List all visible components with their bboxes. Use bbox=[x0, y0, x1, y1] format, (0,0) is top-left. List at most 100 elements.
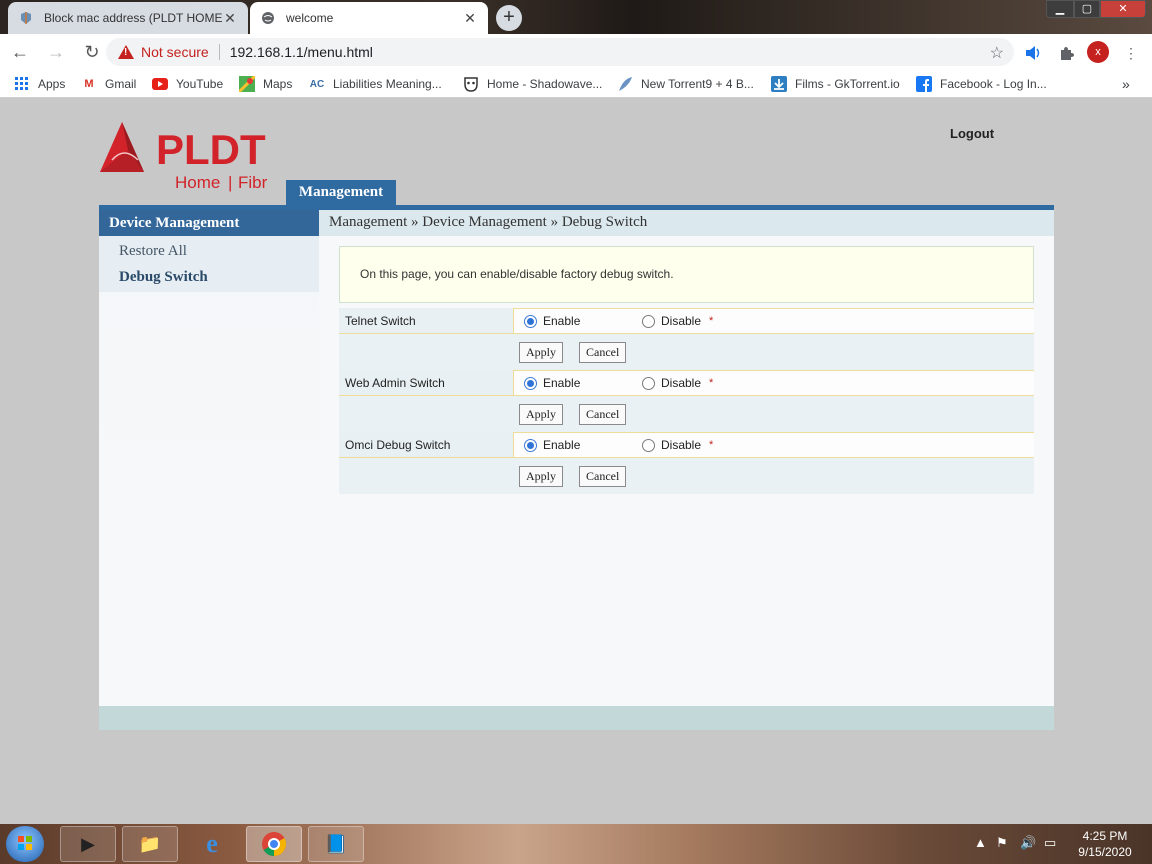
tab-block-mac-address[interactable]: Block mac address (PLDT HOME ✕ bbox=[8, 2, 248, 34]
enable-option[interactable]: Enable bbox=[524, 438, 642, 452]
disable-radio[interactable] bbox=[642, 438, 655, 452]
puzzle-extension-icon[interactable] bbox=[1055, 42, 1077, 64]
taskbar-ie[interactable]: e bbox=[184, 826, 240, 862]
security-indicator[interactable]: Not secure bbox=[141, 44, 209, 60]
bookmark-gmail[interactable]: M Gmail bbox=[81, 76, 136, 92]
bookmark-label: YouTube bbox=[176, 77, 224, 91]
bookmark-star-icon[interactable]: ☆ bbox=[990, 43, 1004, 63]
switch-options: Enable Disable * bbox=[513, 432, 1034, 457]
enable-option[interactable]: Enable bbox=[524, 314, 642, 328]
bookmark-label: Apps bbox=[38, 77, 66, 91]
sidebar-menu: Restore All Debug Switch bbox=[99, 236, 319, 292]
disable-radio[interactable] bbox=[642, 376, 655, 390]
maximize-button[interactable]: ▢ bbox=[1074, 0, 1100, 18]
bookmark-shadowave[interactable]: Home - Shadowave... bbox=[463, 76, 602, 92]
omci-debug-button-row: Apply Cancel bbox=[339, 458, 1034, 494]
apply-button[interactable]: Apply bbox=[519, 403, 563, 425]
logout-link[interactable]: Logout bbox=[950, 126, 994, 141]
more-bookmarks-icon[interactable]: » bbox=[1122, 76, 1130, 92]
system-clock[interactable]: 4:25 PM 9/15/2020 bbox=[1068, 828, 1142, 860]
enable-option[interactable]: Enable bbox=[524, 376, 642, 390]
avatar[interactable]: x bbox=[1087, 41, 1109, 63]
close-window-button[interactable]: ✕ bbox=[1100, 0, 1146, 18]
disable-radio[interactable] bbox=[642, 314, 655, 328]
close-tab-icon[interactable]: ✕ bbox=[462, 10, 478, 27]
sidebar-item-debug-switch[interactable]: Debug Switch bbox=[99, 264, 319, 290]
address-bar[interactable]: Not secure 192.168.1.1/menu.html ☆ bbox=[106, 38, 1014, 66]
sidebar: Device Management Restore All Debug Swit… bbox=[99, 210, 319, 706]
speaker-extension-icon[interactable] bbox=[1022, 42, 1044, 64]
facebook-icon bbox=[916, 76, 932, 92]
apply-button[interactable]: Apply bbox=[519, 465, 563, 487]
apply-button[interactable]: Apply bbox=[519, 341, 563, 363]
reload-button[interactable]: ↻ bbox=[76, 36, 108, 68]
disable-option[interactable]: Disable bbox=[642, 438, 701, 452]
router-icon bbox=[18, 10, 34, 26]
breadcrumb: Management » Device Management » Debug S… bbox=[319, 210, 1054, 236]
more-menu-icon[interactable]: ⋮ bbox=[1120, 42, 1142, 64]
required-marker: * bbox=[709, 377, 714, 389]
bookmark-label: Maps bbox=[263, 77, 293, 91]
mask-icon bbox=[463, 76, 479, 92]
apps-grid-icon bbox=[14, 76, 30, 92]
network-icon[interactable]: ▭ bbox=[1044, 835, 1056, 851]
pldt-logo: PLDT Home | Fibr bbox=[98, 120, 288, 194]
bookmark-label: New Torrent9 + 4 B... bbox=[641, 77, 754, 91]
sidebar-item-restore-all[interactable]: Restore All bbox=[99, 238, 319, 264]
gmail-icon: M bbox=[84, 78, 94, 90]
browser-tab-strip: Block mac address (PLDT HOME ✕ welcome ✕… bbox=[0, 0, 1152, 34]
clock-date: 9/15/2020 bbox=[1078, 845, 1132, 859]
bookmark-youtube[interactable]: YouTube bbox=[152, 76, 223, 92]
disable-option[interactable]: Disable bbox=[642, 314, 701, 328]
bookmark-torrent9[interactable]: New Torrent9 + 4 B... bbox=[617, 76, 754, 92]
start-button[interactable] bbox=[6, 826, 44, 862]
taskbar-media-player[interactable]: ▶ bbox=[60, 826, 116, 862]
bookmark-apps[interactable]: Apps bbox=[14, 76, 65, 92]
tab-title: Block mac address (PLDT HOME bbox=[44, 11, 222, 25]
taskbar-explorer[interactable]: 📁 bbox=[122, 826, 178, 862]
globe-icon bbox=[260, 10, 276, 26]
taskbar-chrome[interactable] bbox=[246, 826, 302, 862]
enable-radio[interactable] bbox=[524, 376, 537, 390]
cancel-button[interactable]: Cancel bbox=[579, 465, 627, 487]
show-hidden-icons[interactable]: ▲ bbox=[974, 835, 987, 850]
url-text[interactable]: 192.168.1.1/menu.html bbox=[230, 44, 373, 60]
divider bbox=[218, 44, 220, 60]
switch-label: Telnet Switch bbox=[339, 308, 513, 333]
feather-icon bbox=[617, 76, 633, 92]
bookmark-gktorrent[interactable]: Films - GkTorrent.io bbox=[771, 76, 900, 92]
taskbar-notepad[interactable]: 📘 bbox=[308, 826, 364, 862]
back-button[interactable]: ← bbox=[4, 36, 36, 68]
enable-label: Enable bbox=[543, 314, 581, 328]
logo-separator: | bbox=[228, 173, 232, 192]
close-tab-icon[interactable]: ✕ bbox=[222, 10, 238, 27]
warning-icon bbox=[118, 45, 134, 59]
sidebar-heading[interactable]: Device Management bbox=[99, 210, 319, 236]
required-marker: * bbox=[709, 439, 714, 451]
bookmark-liabilities[interactable]: AC Liabilities Meaning... bbox=[309, 76, 442, 92]
clock-time: 4:25 PM bbox=[1082, 829, 1128, 843]
new-tab-button[interactable]: + bbox=[496, 5, 522, 31]
bookmarks-bar: Apps M Gmail YouTube Maps AC Liabilities… bbox=[0, 70, 1152, 98]
switch-label: Web Admin Switch bbox=[339, 370, 513, 395]
action-center-flag-icon[interactable]: ⚑ bbox=[996, 835, 1008, 851]
web-admin-switch-row: Web Admin Switch Enable Disable * bbox=[339, 370, 1034, 396]
enable-radio[interactable] bbox=[524, 438, 537, 452]
media-player-icon: ▶ bbox=[81, 833, 95, 854]
forward-button[interactable]: → bbox=[40, 36, 72, 68]
enable-radio[interactable] bbox=[524, 314, 537, 328]
tab-welcome[interactable]: welcome ✕ bbox=[250, 2, 488, 34]
required-marker: * bbox=[709, 315, 714, 327]
bookmark-maps[interactable]: Maps bbox=[239, 76, 292, 92]
tab-management[interactable]: Management bbox=[286, 180, 396, 205]
youtube-icon bbox=[152, 76, 168, 92]
disable-option[interactable]: Disable bbox=[642, 376, 701, 390]
browser-toolbar: ← → ↻ Not secure 192.168.1.1/menu.html ☆ bbox=[0, 34, 1152, 70]
minimize-button[interactable]: ▁ bbox=[1046, 0, 1074, 18]
volume-icon[interactable]: 🔊 bbox=[1020, 835, 1036, 851]
cancel-button[interactable]: Cancel bbox=[579, 403, 627, 425]
switch-form: Telnet Switch Enable Disable * Apply Can… bbox=[339, 308, 1034, 494]
logo-fibr-text: Fibr bbox=[238, 173, 268, 192]
bookmark-facebook[interactable]: Facebook - Log In... bbox=[916, 76, 1047, 92]
cancel-button[interactable]: Cancel bbox=[579, 341, 627, 363]
